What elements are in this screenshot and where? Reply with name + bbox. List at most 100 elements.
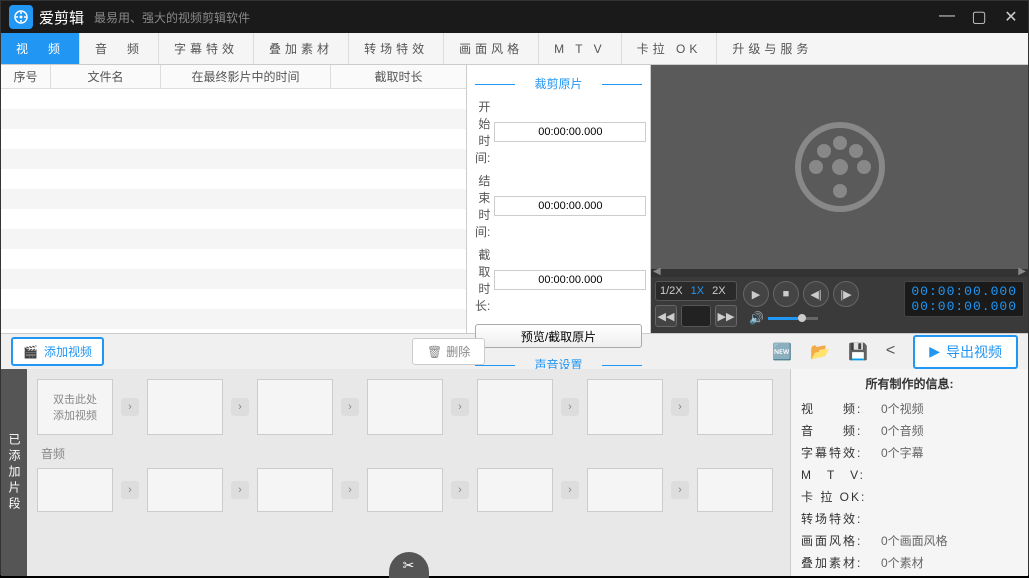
film-strip-icon: 🎬 — [23, 345, 38, 359]
info-key: 转场特效: — [801, 510, 881, 527]
info-title: 所有制作的信息: — [801, 375, 1018, 392]
preview-trim-button[interactable]: 预览/截取原片 — [475, 324, 642, 348]
tab-overlay[interactable]: 叠加素材 — [254, 33, 349, 64]
chevron-right-icon: › — [121, 398, 139, 416]
film-reel-icon — [795, 122, 885, 212]
col-time: 在最终影片中的时间 — [161, 65, 331, 88]
minimize-icon[interactable]: — — [938, 7, 956, 27]
preview-speaker-icon: 🔊 — [749, 311, 764, 325]
trash-icon: 🗑 — [427, 345, 442, 359]
info-row: 叠加素材:0个素材 — [801, 554, 1018, 571]
start-time-input[interactable] — [494, 122, 646, 142]
info-row: 画面风格:0个画面风格 — [801, 532, 1018, 549]
chevron-right-icon: › — [451, 398, 469, 416]
chevron-right-icon: › — [121, 481, 139, 499]
audio-slot[interactable] — [477, 468, 553, 512]
timeline-label: 已添加片段 — [1, 369, 27, 576]
info-key: 叠加素材: — [801, 554, 881, 571]
chevron-right-icon: › — [671, 398, 689, 416]
speed-half-button[interactable]: 1/2X — [656, 282, 687, 300]
clip-slot[interactable] — [147, 379, 223, 435]
tab-subtitle[interactable]: 字幕特效 — [159, 33, 254, 64]
open-icon[interactable]: 📂 — [810, 342, 830, 362]
total-time: 00:00:00.000 — [911, 299, 1017, 314]
audio-track-label: 音频 — [41, 445, 780, 462]
audio-slot[interactable] — [257, 468, 333, 512]
new-icon[interactable]: 🆕 — [772, 342, 792, 362]
audio-slot[interactable] — [147, 468, 223, 512]
start-time-label: 开始时间: — [475, 98, 490, 166]
stop-button[interactable]: ■ — [773, 281, 799, 307]
scissors-icon[interactable]: ✂ — [389, 552, 429, 578]
time-display: 00:00:00.000 00:00:00.000 — [904, 281, 1024, 317]
trim-section-title: 裁剪原片 — [475, 75, 642, 92]
chevron-right-icon: › — [341, 481, 359, 499]
tab-style[interactable]: 画面风格 — [444, 33, 539, 64]
preview-pane: 1/2X 1X 2X ◀◀ ▶▶ ▶ ■ ◀| |▶ — [651, 65, 1028, 333]
export-video-button[interactable]: ▶ 导出视频 — [913, 335, 1018, 369]
info-key: 音 频: — [801, 422, 881, 439]
info-value: 0个画面风格 — [881, 532, 948, 549]
info-row: M T V: — [801, 466, 1018, 483]
app-subtitle: 最易用、强大的视频剪辑软件 — [94, 9, 250, 26]
speed-1x-button[interactable]: 1X — [687, 282, 708, 300]
chevron-right-icon: › — [561, 481, 579, 499]
clip-list-pane: 序号 文件名 在最终影片中的时间 截取时长 — [1, 65, 467, 333]
tab-transition[interactable]: 转场特效 — [349, 33, 444, 64]
chevron-right-icon: › — [671, 481, 689, 499]
video-preview[interactable] — [651, 65, 1028, 269]
app-window: 爱剪辑 最易用、强大的视频剪辑软件 — ▢ ✕ 视 频 音 频 字幕特效 叠加素… — [0, 0, 1029, 575]
info-key: 视 频: — [801, 400, 881, 417]
app-title: 爱剪辑 — [39, 7, 84, 28]
duration-input[interactable] — [494, 270, 646, 290]
clip-slot[interactable] — [477, 379, 553, 435]
seek-bar[interactable] — [651, 269, 1028, 277]
clip-slot[interactable] — [697, 379, 773, 435]
info-panel: 所有制作的信息: 视 频:0个视频音 频:0个音频字幕特效:0个字幕M T V:… — [790, 369, 1028, 576]
col-index: 序号 — [1, 65, 51, 88]
timeline-area: 已添加片段 双击此处 添加视频 › › › › › › 音频 › — [1, 369, 1028, 576]
tab-video[interactable]: 视 频 — [1, 33, 80, 64]
col-filename: 文件名 — [51, 65, 161, 88]
current-time: 00:00:00.000 — [911, 284, 1017, 299]
chevron-right-icon: › — [561, 398, 579, 416]
add-clip-placeholder[interactable]: 双击此处 添加视频 — [37, 379, 113, 435]
speed-2x-button[interactable]: 2X — [708, 282, 729, 300]
jog-wheel[interactable] — [681, 305, 711, 327]
add-video-button[interactable]: 🎬 添加视频 — [11, 337, 104, 366]
info-key: 字幕特效: — [801, 444, 881, 461]
share-icon[interactable]: < — [886, 342, 895, 362]
chevron-right-icon: › — [451, 481, 469, 499]
clip-slot[interactable] — [257, 379, 333, 435]
play-button[interactable]: ▶ — [743, 281, 769, 307]
close-icon[interactable]: ✕ — [1002, 7, 1020, 27]
audio-slot[interactable] — [697, 468, 773, 512]
next-frame-button[interactable]: ▶▶ — [715, 305, 737, 327]
audio-slot[interactable] — [37, 468, 113, 512]
info-value: 0个音频 — [881, 422, 924, 439]
info-row: 音 频:0个音频 — [801, 422, 1018, 439]
clip-table-body[interactable] — [1, 89, 466, 333]
settings-pane: 裁剪原片 开始时间: 结束时间: 截取时长: 预览/截取原片 声音设置 使用音轨… — [467, 65, 651, 333]
speed-selector: 1/2X 1X 2X — [655, 281, 737, 301]
export-icon: ▶ — [929, 343, 940, 360]
info-row: 卡 拉 OK: — [801, 488, 1018, 505]
clip-slot[interactable] — [367, 379, 443, 435]
step-back-button[interactable]: ◀| — [803, 281, 829, 307]
end-time-input[interactable] — [494, 196, 646, 216]
prev-frame-button[interactable]: ◀◀ — [655, 305, 677, 327]
tab-upgrade[interactable]: 升级与服务 — [717, 33, 827, 64]
step-fwd-button[interactable]: |▶ — [833, 281, 859, 307]
titlebar: 爱剪辑 最易用、强大的视频剪辑软件 — ▢ ✕ — [1, 1, 1028, 33]
maximize-icon[interactable]: ▢ — [970, 7, 988, 27]
chevron-right-icon: › — [231, 481, 249, 499]
audio-slot[interactable] — [367, 468, 443, 512]
audio-slot[interactable] — [587, 468, 663, 512]
tab-audio[interactable]: 音 频 — [80, 33, 159, 64]
tab-mtv[interactable]: M T V — [539, 33, 622, 64]
preview-volume-slider[interactable] — [768, 317, 818, 320]
save-icon[interactable]: 💾 — [848, 342, 868, 362]
audio-track: › › › › › › — [37, 468, 780, 512]
tab-karaoke[interactable]: 卡拉 OK — [622, 33, 718, 64]
clip-slot[interactable] — [587, 379, 663, 435]
